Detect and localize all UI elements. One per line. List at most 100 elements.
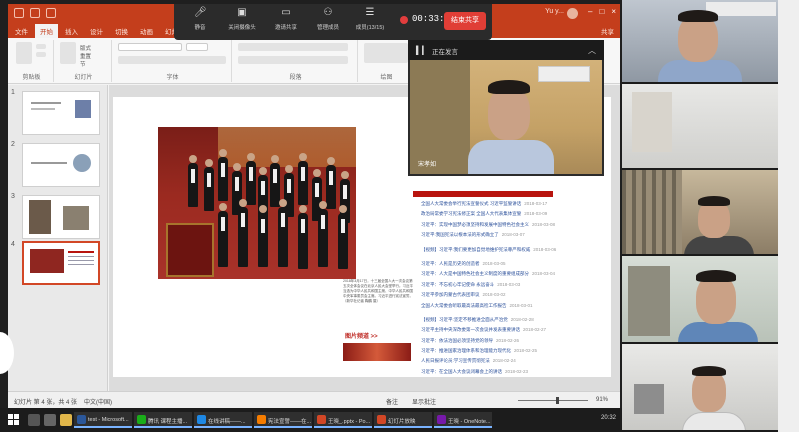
tab-insert[interactable]: 插入	[60, 24, 83, 38]
language-indicator[interactable]: 中文(中国)	[84, 397, 112, 406]
slide-thumbnail-2[interactable]	[22, 143, 100, 187]
font-family-select[interactable]	[118, 43, 182, 51]
quick-access-toolbar	[14, 8, 56, 18]
taskbar-app-tencent[interactable]: 腾讯 课程主播...	[134, 412, 192, 428]
align-buttons[interactable]	[238, 56, 348, 64]
reset-button[interactable]: 重置	[80, 52, 91, 60]
zoom-slider[interactable]	[518, 400, 588, 401]
collapse-icon[interactable]: ︿	[588, 45, 596, 56]
list-buttons[interactable]	[238, 43, 348, 51]
taskbar-app-word[interactable]: test - Microsoft...	[74, 412, 132, 428]
taskbar-app-onenote[interactable]: 王晓 - OneNote...	[434, 412, 492, 428]
maximize-icon[interactable]: □	[599, 7, 604, 16]
layout-button[interactable]: 版式	[80, 44, 91, 52]
member-list-icon: ☰	[365, 7, 375, 18]
slide-number: 4	[11, 241, 15, 248]
news-item[interactable]: 习近平：在全国人大会议闭幕会上的讲话 2018-02-23	[421, 369, 596, 379]
taskbar-app-browser-2[interactable]: 宪法宣誓——在...	[254, 412, 312, 428]
participant-video[interactable]	[622, 170, 778, 256]
shapes-gallery[interactable]	[364, 43, 408, 63]
tab-animations[interactable]: 动画	[135, 24, 158, 38]
save-icon[interactable]	[14, 8, 24, 18]
signal-icon: ▍▎	[416, 46, 429, 55]
participant-video[interactable]	[622, 0, 778, 84]
group-font: 字体	[114, 40, 232, 82]
slide-thumbnail-pane: 1 2 3 4	[8, 85, 108, 391]
tab-design[interactable]: 设计	[85, 24, 108, 38]
news-item[interactable]: 习近平：推进国家治理体系和治理能力现代化 2018-02-25	[421, 348, 596, 358]
news-item[interactable]: 习近平:我国宪法以根本法的形式确立了 2018-03-07	[421, 232, 596, 242]
manage-members-button[interactable]: ⚇ 管理成员	[308, 7, 348, 31]
copy-button[interactable]	[36, 52, 46, 57]
redo-icon[interactable]	[46, 8, 56, 18]
news-item[interactable]: 习近平：实现中国梦必须坚持和发展中国特色社会主义 2018-03-08	[421, 222, 596, 232]
participant-video[interactable]	[622, 344, 778, 432]
tab-file[interactable]: 文件	[10, 24, 33, 38]
more-photos-link[interactable]: 图片频道 >>	[345, 331, 378, 340]
end-share-button[interactable]: 结束共享	[444, 12, 486, 30]
status-bar: 幻灯片 第 4 张，共 4 张 中文(中国) 备注 显示批注 91%	[8, 391, 620, 408]
zoom-level[interactable]: 91%	[596, 397, 608, 403]
mute-button[interactable]: 🎤︎ 静音	[180, 7, 220, 31]
invite-share-button[interactable]: ▭ 邀请共享	[266, 7, 306, 31]
news-item[interactable]: 习近平：不忘初心牢记使命 永远奋斗 2018-03-03	[421, 282, 596, 292]
group-slides: 版式 重置 节 幻灯片	[56, 40, 112, 82]
group-label: 剪贴板	[22, 75, 41, 81]
slide-thumbnail-4[interactable]	[22, 241, 100, 285]
font-format-buttons[interactable]	[118, 56, 226, 64]
tab-home[interactable]: 开始	[35, 24, 58, 38]
taskbar-app-browser[interactable]: 在线讲稿——...	[194, 412, 252, 428]
section-button[interactable]: 节	[80, 60, 86, 68]
news-item[interactable]: 【视频】习近平:我们要更加自觉地维护宪法尊严和权威 2018-03-06	[421, 247, 596, 257]
news-item[interactable]: 习近平参加内蒙古代表团审议 2018-03-02	[421, 292, 596, 302]
news-item[interactable]: 习近平主持中央深改委第一次会议并发表重要讲话 2018-02-27	[421, 327, 596, 337]
close-icon[interactable]: ×	[611, 7, 616, 16]
group-drawing: 绘图	[360, 40, 414, 82]
news-item[interactable]: 政治局常委学习宪法修正案 全国人大代表集体宣誓 2018-03-09	[421, 211, 596, 221]
account-name[interactable]: Yu y...	[545, 8, 564, 15]
group-label: 段落	[289, 75, 302, 81]
meeting-toolbar: 🎤︎ 静音 ▣ 关闭摄像头 ▭ 邀请共享 ⚇ 管理成员 ☰ 成员(13/15) …	[174, 4, 492, 40]
new-slide-button[interactable]	[60, 42, 76, 64]
news-item[interactable]: 全国人大常委会听取最高法最高检工作报告 2018-03-01	[421, 303, 596, 313]
screen: Yu y... – □ × 文件 开始 插入 设计 切换 动画 幻灯片放映 审阅…	[0, 0, 799, 432]
news-item[interactable]: 习近平：依法治国必须坚持党的领导 2018-02-26	[421, 338, 596, 348]
speaker-video-window[interactable]: ▍▎ 正在发言 ︿ 宋孝如	[408, 40, 604, 176]
minimize-icon[interactable]: –	[588, 7, 592, 16]
paste-button[interactable]	[16, 42, 32, 64]
news-item[interactable]: 习近平：人大是中国特色社会主义制度的重要组成部分 2018-03-04	[421, 271, 596, 281]
share-button[interactable]: 共享	[601, 26, 614, 36]
members-button[interactable]: ☰ 成员(13/15)	[350, 7, 390, 31]
participant-video[interactable]	[622, 84, 778, 170]
search-icon[interactable]	[28, 414, 40, 426]
speaker-video: 宋孝如	[410, 60, 602, 174]
news-item[interactable]: 全国人大常委会举行宪法宣誓仪式 习近平监誓讲话 2018-03-17	[421, 201, 596, 211]
avatar[interactable]	[567, 8, 578, 19]
slide-thumbnail-3[interactable]	[22, 195, 100, 239]
file-explorer-icon[interactable]	[60, 414, 72, 426]
taskbar-app-slideshow[interactable]: 幻灯片放映	[374, 412, 432, 428]
task-view-icon[interactable]	[44, 414, 56, 426]
speaker-window-header: ▍▎ 正在发言 ︿	[408, 40, 604, 60]
system-clock[interactable]: 20:32	[601, 415, 616, 421]
cut-button[interactable]	[36, 44, 46, 49]
news-item[interactable]: 人民日报评论员:学习宣传贯彻宪法 2018-02-24	[421, 358, 596, 368]
camera-button[interactable]: ▣ 关闭摄像头	[222, 7, 262, 31]
group-clipboard: 剪贴板	[10, 40, 54, 82]
news-item[interactable]: 习近平：人民是历史的创造者 2018-03-05	[421, 261, 596, 271]
font-size-select[interactable]	[186, 43, 208, 51]
participant-video[interactable]	[622, 256, 778, 344]
comments-button[interactable]: 显示批注	[412, 397, 436, 406]
news-item[interactable]: 【视频】习近平:坚定不移推进全面从严治党 2018-02-28	[421, 317, 596, 327]
windows-taskbar: test - Microsoft... 腾讯 课程主播... 在线讲稿——...…	[0, 408, 622, 432]
undo-icon[interactable]	[30, 8, 40, 18]
zoom-slider-thumb[interactable]	[556, 397, 559, 404]
slide-number: 1	[11, 89, 15, 96]
people-icon: ⚇	[323, 7, 333, 18]
tab-transitions[interactable]: 切换	[110, 24, 133, 38]
taskbar-app-powerpoint[interactable]: 王晓_.pptx - Po...	[314, 412, 372, 428]
speaker-status: 正在发言	[432, 49, 458, 56]
windows-start-icon[interactable]	[8, 414, 20, 426]
slide-thumbnail-1[interactable]	[22, 91, 100, 135]
notes-button[interactable]: 备注	[386, 397, 398, 406]
